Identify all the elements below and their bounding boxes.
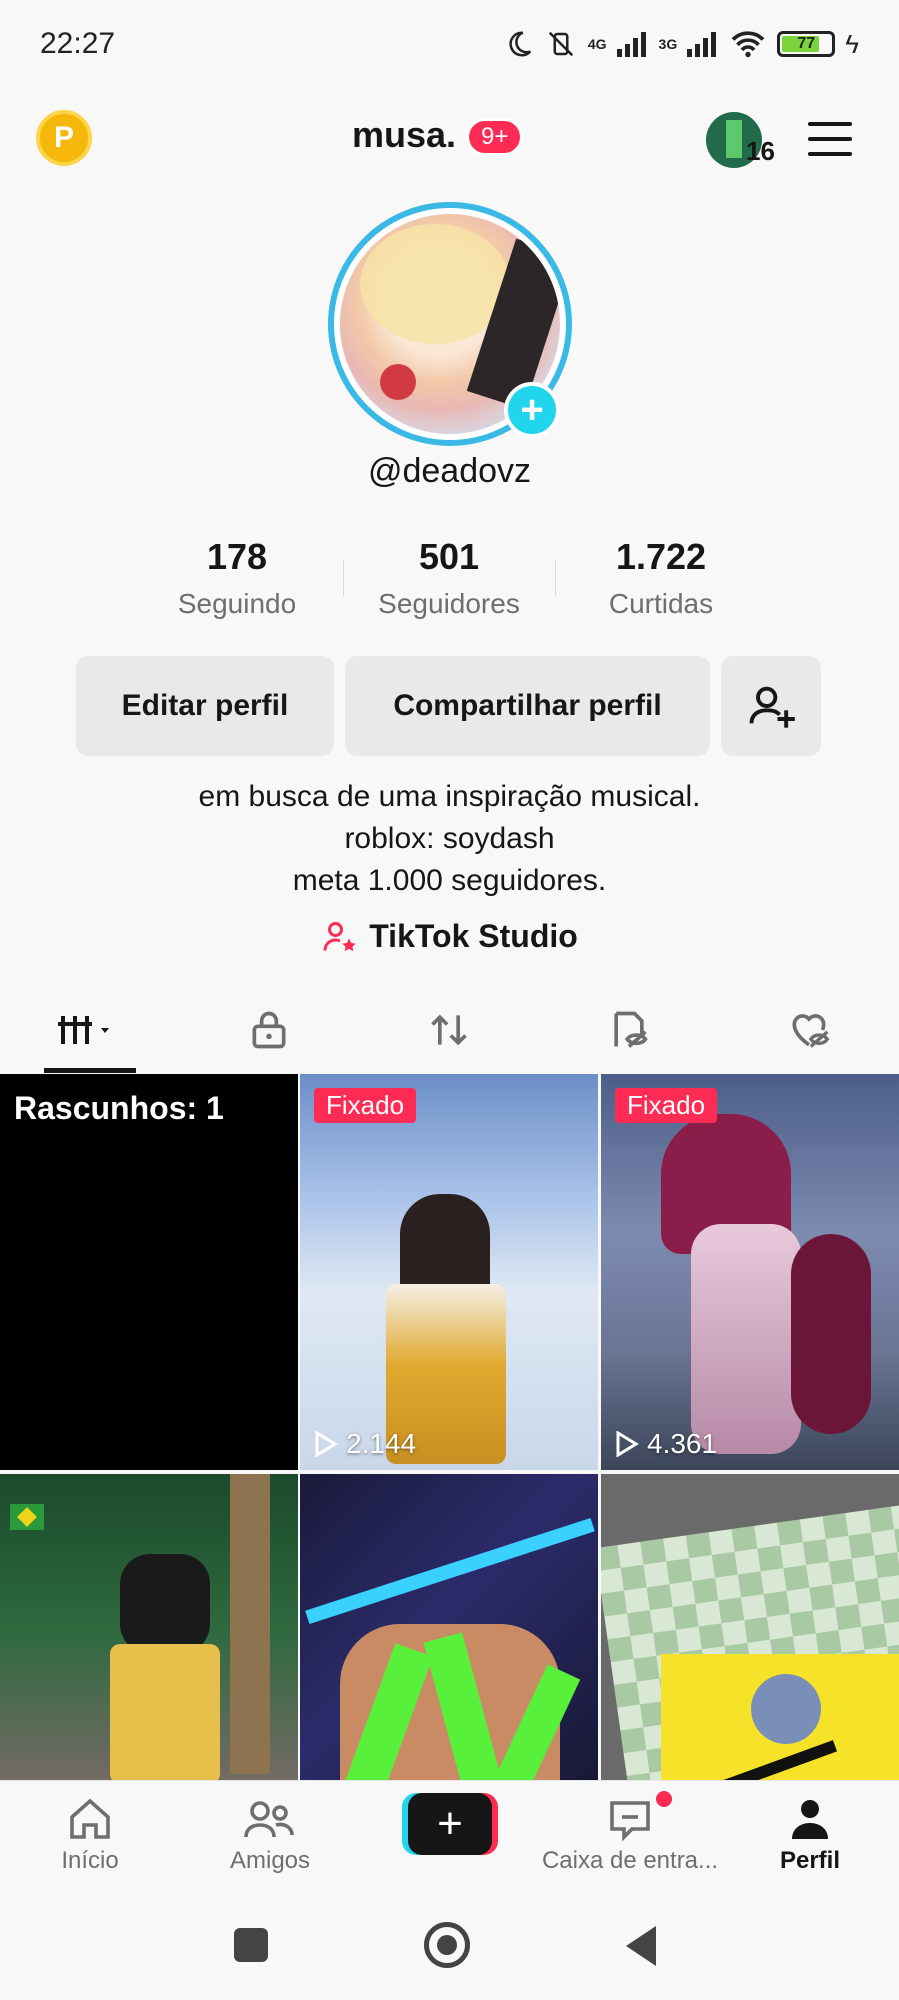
nav-home[interactable]: Início [0, 1795, 180, 1875]
tab-private[interactable] [209, 990, 329, 1070]
network-3g-label: 3G [658, 36, 678, 52]
profile-bio: em busca de uma inspiração musical. robl… [0, 776, 899, 902]
video-tile[interactable]: Fixado 2.144 [300, 1074, 598, 1470]
draft-tile[interactable]: Rascunhos: 1 [0, 1074, 298, 1470]
add-story-button[interactable]: + [504, 382, 560, 438]
video-tile[interactable] [601, 1474, 899, 1780]
status-bar: 22:27 4G 3G 77 ϟ [0, 0, 899, 88]
create-button[interactable]: + [402, 1793, 498, 1855]
stat-followers[interactable]: 501 Seguidores [349, 536, 549, 620]
network-4g-label: 4G [587, 36, 607, 52]
signal-icon [616, 32, 646, 57]
charging-icon: ϟ [845, 28, 859, 59]
studio-label: TikTok Studio [369, 918, 578, 954]
plus-icon: + [408, 1793, 492, 1855]
back-icon[interactable] [626, 1926, 656, 1966]
coins-button[interactable]: P [36, 110, 92, 166]
menu-icon[interactable] [808, 122, 852, 156]
profile-handle: @deadovz [367, 452, 532, 490]
home-icon [70, 1798, 110, 1839]
stat-following[interactable]: 178 Seguindo [137, 536, 337, 620]
share-profile-button[interactable]: Compartilhar perfil [345, 656, 710, 756]
home-system-icon[interactable] [424, 1922, 470, 1968]
bio-line: em busca de uma inspiração musical. [198, 780, 701, 813]
wifi-icon [731, 31, 765, 58]
coin-icon: P [53, 121, 74, 154]
view-count: 2.144 [314, 1428, 416, 1460]
pinned-badge: Fixado [314, 1088, 417, 1123]
add-friend-button[interactable] [721, 656, 821, 756]
moon-icon [509, 31, 532, 57]
account-switcher[interactable]: musa. [352, 114, 456, 156]
tab-liked[interactable] [749, 990, 869, 1070]
profile-stats: 178 Seguindo 501 Seguidores 1.722 Curtid… [0, 536, 899, 626]
battery-icon: 77 [777, 31, 836, 57]
play-icon [315, 1431, 338, 1457]
nav-profile[interactable]: Perfil [720, 1795, 899, 1875]
tab-videos[interactable] [30, 990, 150, 1070]
nav-inbox[interactable]: Caixa de entra... [540, 1795, 720, 1875]
stat-likes[interactable]: 1.722 Curtidas [561, 536, 761, 620]
heart-icon [792, 1014, 830, 1048]
friends-icon [244, 1801, 294, 1838]
signal-icon-2 [687, 32, 717, 57]
bio-line: meta 1.000 seguidores. [292, 864, 607, 897]
videos-grid-icon [58, 1016, 109, 1044]
video-tile[interactable] [300, 1474, 598, 1780]
add-user-icon [749, 686, 795, 728]
bio-line: roblox: soydash [344, 822, 555, 855]
tab-hidden[interactable] [569, 990, 689, 1070]
profile-header: P musa. 9+ 16 [0, 100, 899, 180]
creator-count: 16 [746, 136, 775, 166]
notification-badge: 9+ [466, 118, 524, 156]
status-icons: 4G 3G 77 ϟ [504, 29, 859, 60]
video-tile[interactable]: Fixado 4.361 [601, 1074, 899, 1470]
pinned-badge: Fixado [615, 1088, 718, 1123]
lock-icon [252, 1011, 286, 1049]
profile-icon [792, 1800, 828, 1839]
inbox-icon [610, 1801, 650, 1842]
vibrate-off-icon [548, 31, 573, 57]
video-tile[interactable] [0, 1474, 298, 1780]
edit-profile-button[interactable]: Editar perfil [76, 656, 334, 756]
view-count: 4.361 [615, 1428, 717, 1460]
bottom-navigation: Início Amigos + Caixa de entra... Perfil [0, 1780, 899, 1890]
tab-reposts[interactable] [389, 990, 509, 1070]
active-tab-indicator [44, 1068, 136, 1073]
video-grid: Rascunhos: 1 Fixado 2.144 Fixado 4.361 [0, 1074, 899, 1780]
system-navigation [0, 1890, 899, 2000]
nav-friends[interactable]: Amigos [180, 1795, 360, 1875]
play-icon [616, 1431, 639, 1457]
recents-icon[interactable] [234, 1928, 268, 1962]
clock: 22:27 [40, 27, 116, 60]
repost-icon [431, 1014, 467, 1046]
eye-off-icon [614, 1011, 648, 1048]
profile-tabs [0, 990, 899, 1070]
inbox-unread-dot [656, 1791, 672, 1807]
tiktok-studio-link[interactable]: TikTok Studio [0, 918, 899, 955]
drafts-label: Rascunhos: 1 [14, 1090, 224, 1126]
studio-icon [323, 921, 356, 951]
